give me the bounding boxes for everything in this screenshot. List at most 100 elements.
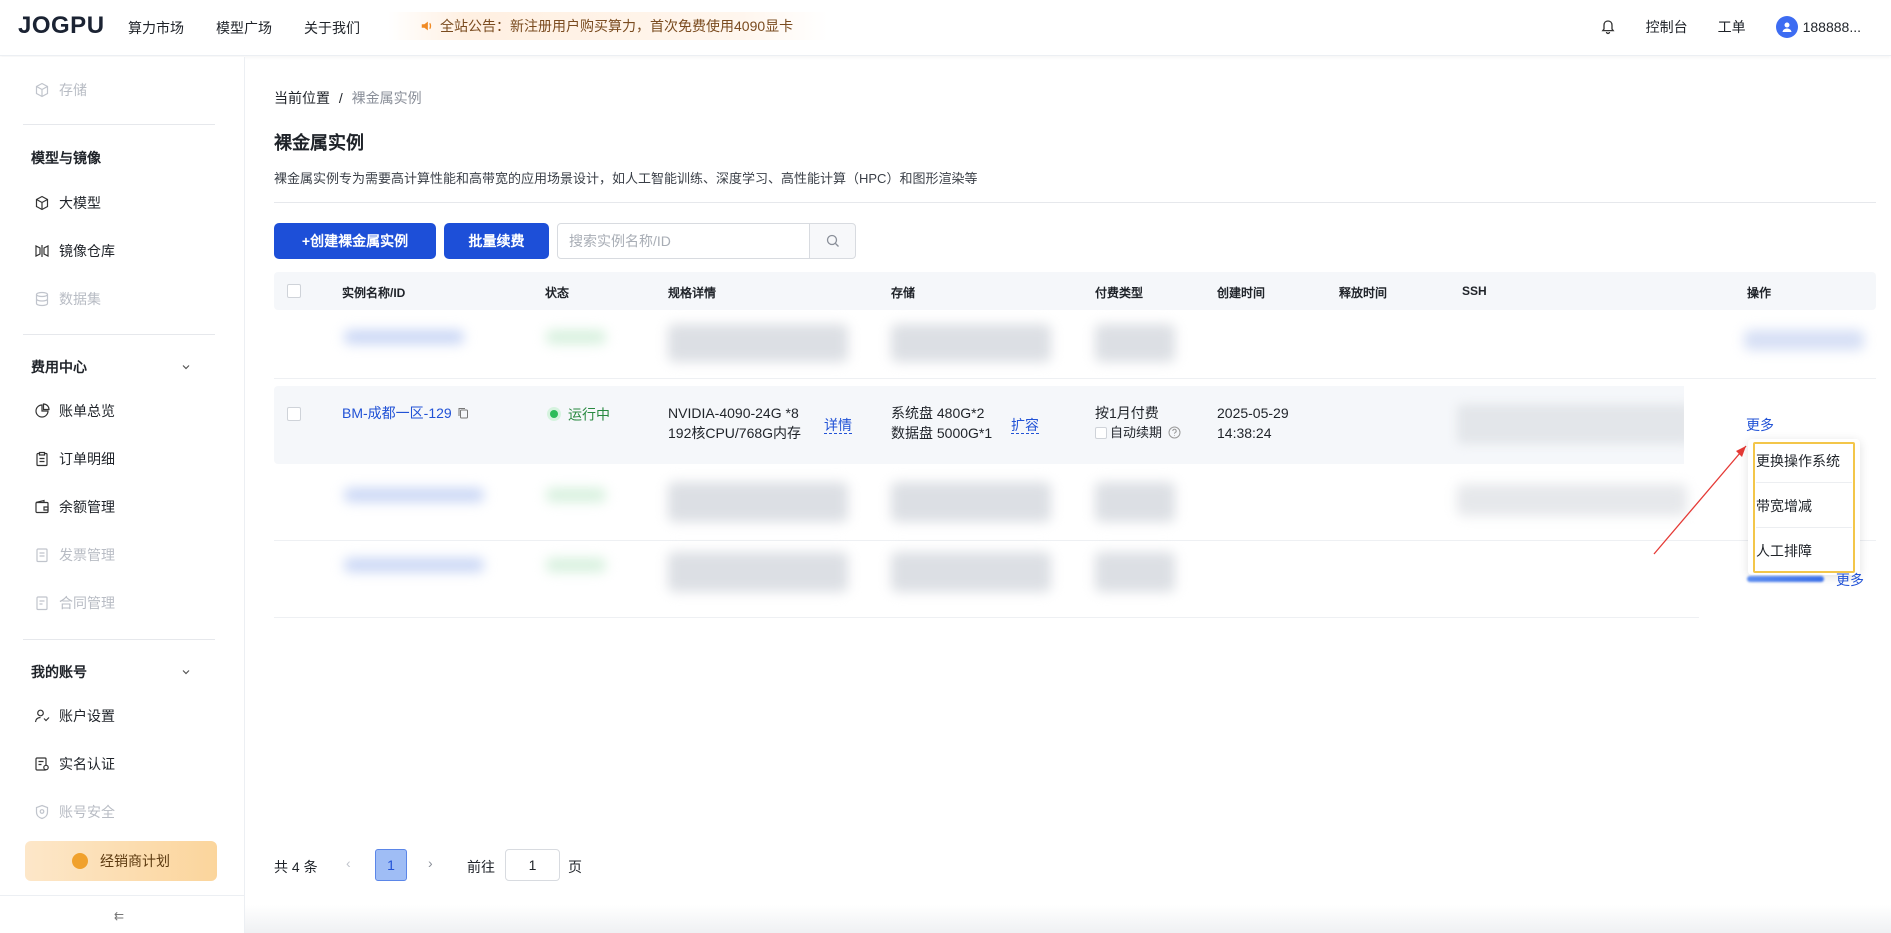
sidebar: 存储 模型与镜像 大模型 镜像仓库 数据集 费用中心 账单总览 订单明细 余额管… bbox=[0, 57, 245, 933]
breadcrumb: 当前位置 / 裸金属实例 bbox=[274, 88, 422, 108]
col-created: 创建时间 bbox=[1217, 286, 1266, 300]
sidebar-item-image-repo[interactable]: 镜像仓库 bbox=[34, 241, 115, 261]
menu-separator bbox=[1756, 527, 1852, 528]
next-page-icon[interactable]: › bbox=[428, 855, 433, 871]
detail-link[interactable]: 详情 bbox=[824, 417, 852, 434]
sidebar-item-contract[interactable]: 合同管理 bbox=[34, 593, 115, 613]
pay-type: 按1月付费 bbox=[1095, 405, 1159, 421]
sidebar-item-balance[interactable]: 余额管理 bbox=[34, 497, 115, 517]
speaker-icon bbox=[421, 21, 432, 31]
nav-model-plaza[interactable]: 模型广场 bbox=[216, 18, 272, 38]
menu-item-bandwidth[interactable]: 带宽增减 bbox=[1756, 496, 1812, 516]
top-right-actions: 控制台 工单 188888... bbox=[1600, 16, 1861, 38]
pagination-unit-label: 页 bbox=[568, 859, 582, 875]
menu-item-manual-troubleshoot[interactable]: 人工排障 bbox=[1756, 541, 1812, 561]
sidebar-item-security[interactable]: 账号安全 bbox=[34, 802, 115, 822]
row-divider bbox=[274, 378, 1876, 379]
auto-renew-checkbox[interactable] bbox=[1095, 427, 1107, 439]
logo[interactable]: JOGPU bbox=[18, 12, 105, 40]
database-icon bbox=[35, 291, 49, 307]
batch-renew-button[interactable]: 批量续费 bbox=[444, 223, 549, 259]
sidebar-item-bill-overview[interactable]: 账单总览 bbox=[34, 401, 115, 421]
spec-gpu: NVIDIA-4090-24G *8 bbox=[668, 405, 799, 421]
table-row-blurred bbox=[274, 318, 1876, 368]
created-date: 2025-05-29 bbox=[1217, 405, 1289, 421]
console-link[interactable]: 控制台 bbox=[1646, 17, 1688, 37]
sidebar-item-order-detail[interactable]: 订单明细 bbox=[34, 449, 115, 469]
divider bbox=[274, 202, 1876, 203]
more-actions-link[interactable]: 更多 bbox=[1746, 415, 1774, 435]
nav-about-us[interactable]: 关于我们 bbox=[304, 18, 360, 38]
chevron-down-icon bbox=[182, 365, 190, 370]
select-all-checkbox[interactable] bbox=[287, 284, 301, 298]
instance-name-link[interactable]: BM-成都一区-129 bbox=[342, 405, 452, 421]
id-card-icon bbox=[35, 757, 49, 771]
system-disk: 系统盘 480G*2 bbox=[891, 405, 985, 421]
sidebar-item-storage[interactable]: 存储 bbox=[34, 80, 87, 100]
ticket-link[interactable]: 工单 bbox=[1718, 17, 1746, 37]
create-instance-button[interactable]: +创建裸金属实例 bbox=[274, 223, 436, 259]
breadcrumb-sep: / bbox=[338, 90, 343, 106]
table-row: BM-成都一区-129 运行中 NVIDIA-4090-24G *8 192核C… bbox=[274, 386, 1876, 464]
table-row-blurred bbox=[274, 548, 1876, 608]
prev-page-icon[interactable]: ‹ bbox=[346, 855, 351, 871]
avatar bbox=[1775, 16, 1798, 38]
pay-type-cell: 按1月付费 自动续期 bbox=[1095, 403, 1181, 443]
created-cell: 2025-05-29 14:38:24 bbox=[1217, 403, 1289, 443]
bottom-shadow bbox=[245, 905, 1891, 933]
page-number-current[interactable]: 1 bbox=[375, 849, 407, 881]
cube-icon bbox=[35, 82, 49, 98]
breadcrumb-prefix[interactable]: 当前位置 bbox=[274, 90, 330, 106]
sidebar-item-realname[interactable]: 实名认证 bbox=[34, 754, 115, 774]
pie-chart-icon bbox=[35, 403, 50, 418]
sidebar-item-account-settings[interactable]: 账户设置 bbox=[34, 706, 115, 726]
top-bar: JOGPU 算力市场 模型广场 关于我们 全站公告：新注册用户购买算力，首次免费… bbox=[0, 0, 1891, 56]
nav-compute-market[interactable]: 算力市场 bbox=[128, 18, 184, 38]
spec-cell: NVIDIA-4090-24G *8 192核CPU/768G内存 bbox=[668, 403, 801, 443]
row-divider bbox=[274, 540, 1876, 541]
page-jump-input[interactable]: 1 bbox=[505, 849, 560, 881]
help-icon[interactable] bbox=[1168, 426, 1181, 439]
auto-renew-row: 自动续期 bbox=[1095, 423, 1181, 443]
wallet-icon bbox=[35, 499, 49, 514]
sidebar-group-account[interactable]: 我的账号 bbox=[31, 662, 191, 682]
blurred-link-bar bbox=[1747, 576, 1824, 582]
instance-name-cell: BM-成都一区-129 bbox=[342, 403, 469, 423]
dealer-plan-button[interactable]: 经销商计划 bbox=[25, 841, 217, 881]
status-cell: 运行中 bbox=[550, 403, 610, 424]
pagination-total: 共 4 条 bbox=[274, 859, 318, 875]
search-input[interactable]: 搜索实例名称/ID bbox=[557, 223, 810, 259]
sidebar-item-llm[interactable]: 大模型 bbox=[34, 193, 101, 213]
sidebar-item-invoice[interactable]: 发票管理 bbox=[34, 545, 115, 565]
detail-cell: 详情 bbox=[824, 415, 852, 435]
shield-icon bbox=[35, 804, 49, 820]
more-actions-link-bottom[interactable]: 更多 bbox=[1836, 570, 1864, 590]
mirror-icon bbox=[35, 245, 49, 257]
user-menu[interactable]: 188888... bbox=[1775, 16, 1861, 38]
sidebar-group-billing[interactable]: 费用中心 bbox=[31, 357, 191, 377]
search-button[interactable] bbox=[809, 223, 856, 259]
row-checkbox[interactable] bbox=[287, 407, 301, 421]
red-arrow-annotation bbox=[1653, 445, 1747, 555]
col-ssh: SSH bbox=[1462, 284, 1487, 298]
status-dot bbox=[550, 410, 558, 419]
created-time: 14:38:24 bbox=[1217, 425, 1272, 441]
cube-icon bbox=[35, 195, 49, 211]
col-storage: 存储 bbox=[891, 286, 916, 300]
spec-cpu-mem: 192核CPU/768G内存 bbox=[668, 425, 802, 441]
col-release: 释放时间 bbox=[1339, 286, 1388, 300]
expand-link[interactable]: 扩容 bbox=[1011, 417, 1039, 434]
menu-item-change-os[interactable]: 更换操作系统 bbox=[1756, 451, 1840, 471]
copy-icon[interactable] bbox=[458, 407, 469, 419]
sidebar-divider bbox=[0, 895, 245, 896]
chevron-down-icon bbox=[182, 670, 190, 675]
top-nav: 算力市场 模型广场 关于我们 bbox=[128, 18, 360, 38]
collapse-sidebar-icon[interactable]: ⇇ bbox=[114, 909, 124, 923]
bell-icon[interactable] bbox=[1600, 19, 1616, 35]
col-actions: 操作 bbox=[1747, 286, 1772, 300]
col-name: 实例名称/ID bbox=[342, 286, 406, 300]
storage-cell: 系统盘 480G*2 数据盘 5000G*1 bbox=[891, 403, 992, 443]
data-disk: 数据盘 5000G*1 bbox=[891, 425, 993, 441]
sidebar-item-dataset[interactable]: 数据集 bbox=[34, 289, 101, 309]
sidebar-group-model: 模型与镜像 bbox=[31, 150, 101, 166]
